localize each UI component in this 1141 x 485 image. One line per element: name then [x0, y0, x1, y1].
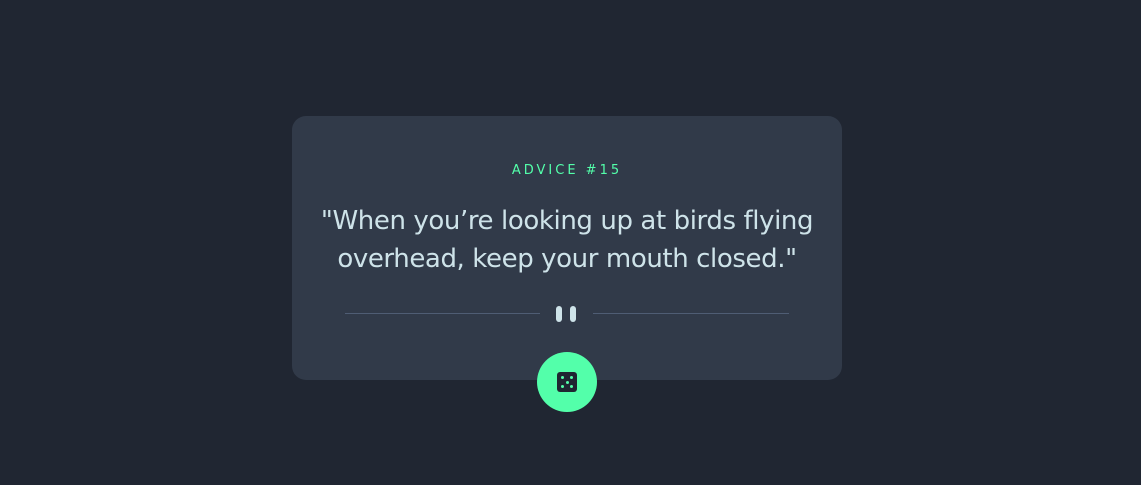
advice-quote: "When you’re looking up at birds flying …	[320, 206, 814, 274]
generate-advice-button[interactable]	[537, 352, 597, 412]
advice-card: ADVICE #15 "When you’re looking up at bi…	[292, 116, 842, 380]
dice-icon	[557, 372, 577, 392]
divider-line-right	[593, 313, 789, 314]
divider-line-left	[345, 313, 540, 314]
advice-id-label: ADVICE #15	[511, 163, 623, 178]
pattern-divider	[345, 306, 789, 322]
pause-icon	[556, 306, 578, 322]
